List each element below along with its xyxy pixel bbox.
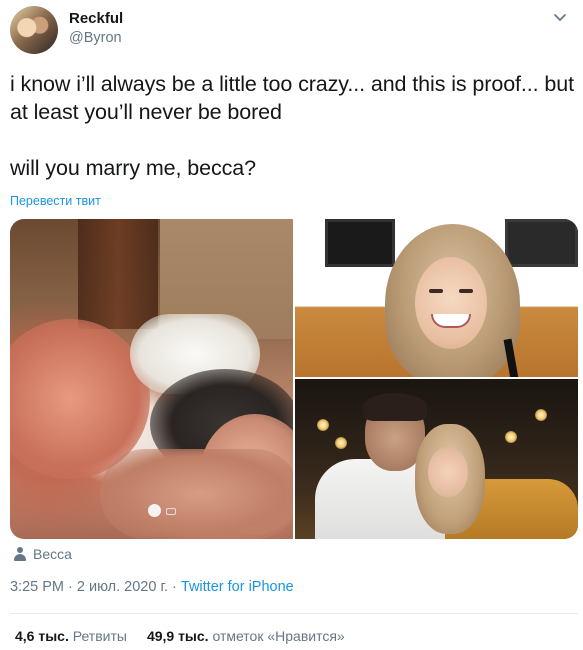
divider [10, 613, 578, 614]
author-handle[interactable]: @Byron [69, 30, 122, 46]
media-grid [10, 219, 578, 539]
photo-detail [505, 431, 517, 443]
retweets-stat[interactable]: 4,6 тыс. Ретвиты [15, 628, 127, 644]
tweet-source-link[interactable]: Twitter for iPhone [181, 579, 294, 595]
tagged-person-name: Becca [33, 546, 72, 562]
photo-detail [335, 437, 347, 449]
author-display-name[interactable]: Reckful [69, 10, 123, 27]
tweet-time[interactable]: 3:25 PM [10, 579, 64, 595]
photo-detail [325, 219, 395, 267]
photo-detail [317, 419, 329, 431]
tweet-meta: 3:25 PM · 2 июл. 2020 г. · Twitter for i… [10, 579, 294, 595]
video-indicator-icon [148, 504, 161, 517]
photo-detail [459, 289, 473, 293]
chevron-down-icon[interactable] [551, 8, 569, 26]
translate-tweet-link[interactable]: Перевести твит [10, 194, 101, 208]
media-photo-video[interactable] [10, 219, 293, 539]
tweet-date[interactable]: 2 июл. 2020 г. [77, 579, 168, 595]
photo-detail [505, 219, 578, 267]
camera-icon [166, 508, 176, 515]
photo-detail [415, 257, 487, 349]
photo-detail [428, 447, 468, 497]
tagged-person[interactable]: Becca [13, 545, 72, 563]
avatar[interactable] [10, 6, 58, 54]
photo-detail [78, 219, 158, 329]
retweets-label: Ретвиты [72, 628, 127, 644]
tweet-stats: 4,6 тыс. Ретвиты 49,9 тыс. отметок «Нрав… [15, 628, 345, 644]
likes-label: отметок «Нравится» [212, 628, 345, 644]
likes-count: 49,9 тыс. [146, 628, 209, 644]
photo-detail [535, 409, 547, 421]
meta-separator: · [168, 579, 181, 595]
likes-stat[interactable]: 49,9 тыс. отметок «Нравится» [147, 628, 345, 644]
meta-separator: · [64, 579, 77, 595]
photo-detail [503, 338, 519, 377]
photo-detail [100, 449, 293, 539]
media-photo-portrait[interactable] [295, 219, 578, 377]
photo-detail [363, 393, 427, 421]
tweet-text: i know i’ll always be a little too crazy… [10, 72, 575, 180]
media-photo-couple[interactable] [295, 379, 578, 539]
retweets-count: 4,6 тыс. [15, 628, 69, 644]
tweet-header: Reckful @Byron [10, 6, 573, 54]
photo-detail [429, 289, 443, 293]
person-icon [13, 547, 27, 561]
